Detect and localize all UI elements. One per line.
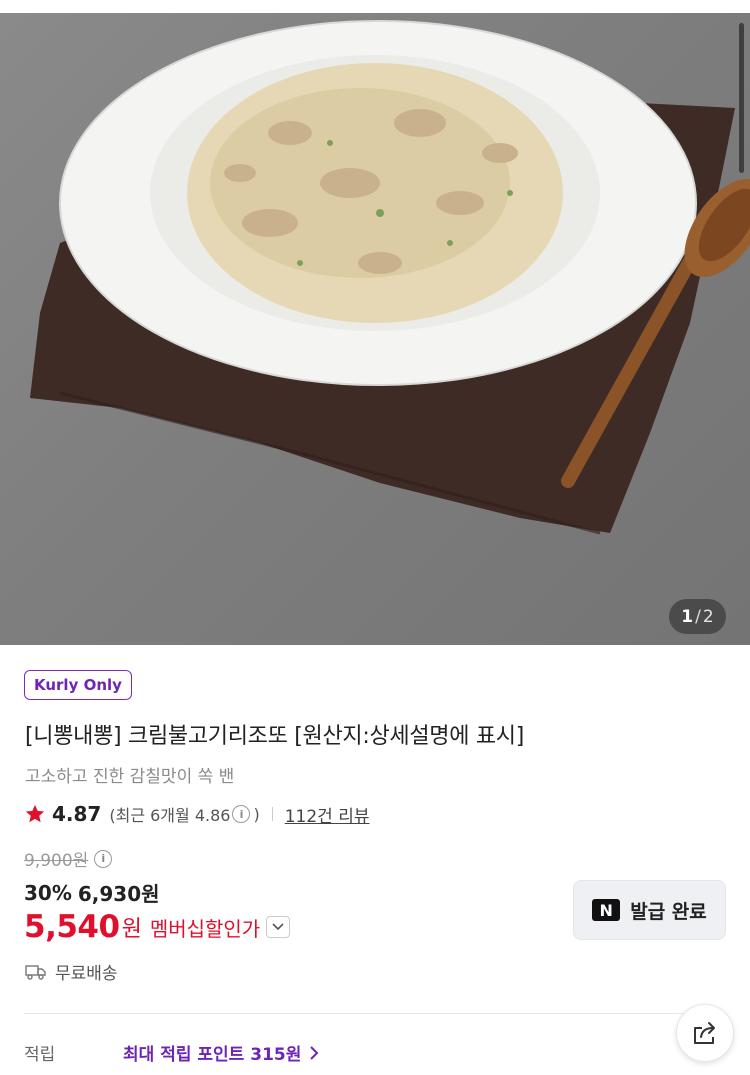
section-divider <box>24 1013 726 1014</box>
member-price-label: 멤버십할인가 <box>149 916 261 941</box>
rating-score: 4.87 <box>52 802 102 826</box>
scroll-indicator[interactable] <box>739 23 744 173</box>
points-label: 적립 <box>24 1045 56 1065</box>
naver-coupon-button[interactable]: N 발급 완료 <box>573 880 726 940</box>
naver-logo-icon: N <box>592 899 621 921</box>
points-value: 최대 적립 포인트 315원 <box>123 1045 302 1065</box>
pager-separator: / <box>695 606 701 627</box>
original-price: 9,900원 i <box>24 846 115 871</box>
original-price-value: 9,900원 <box>24 851 89 871</box>
shipping-label: 무료배송 <box>55 964 118 984</box>
truck-icon <box>25 964 46 980</box>
shipping-row: 무료배송 <box>25 959 118 984</box>
price-info-icon[interactable]: i <box>94 849 113 868</box>
recent-rating: (최근 6개월 4.86 i ) <box>109 802 259 826</box>
recent-rating-close: ) <box>253 804 260 824</box>
product-image[interactable]: 1 / 2 <box>0 13 750 645</box>
chevron-down-icon[interactable] <box>266 916 291 938</box>
member-price-unit: 원 <box>121 917 142 942</box>
share-button[interactable] <box>676 1004 734 1062</box>
star-icon <box>25 804 45 823</box>
naver-button-label: 발급 완료 <box>630 900 707 923</box>
sale-price: 6,930원 <box>77 882 160 906</box>
member-price: 5,540 <box>24 909 120 945</box>
rating-row: 4.87 (최근 6개월 4.86 i ) 112건 리뷰 <box>24 800 370 828</box>
pager-current: 1 <box>681 606 694 627</box>
sale-price-row: 30% 6,930원 <box>24 878 160 907</box>
product-photo <box>30 20 750 535</box>
pager-total: 2 <box>702 606 714 627</box>
points-link[interactable]: 최대 적립 포인트 315원 <box>123 1040 321 1065</box>
points-row: 적립 최대 적립 포인트 315원 <box>24 1040 321 1065</box>
member-price-row: 5,540 원 멤버십할인가 <box>24 906 291 948</box>
recent-rating-text: (최근 6개월 4.86 <box>109 806 231 825</box>
divider <box>271 807 273 821</box>
product-title: [니뽕내뽕] 크림불고기리조또 [원산지:상세설명에 표시] <box>25 724 525 749</box>
kurly-only-badge: Kurly Only <box>24 670 132 700</box>
share-icon <box>694 1022 715 1044</box>
discount-rate: 30% <box>24 880 72 905</box>
image-pager: 1 / 2 <box>669 599 726 634</box>
review-count-link[interactable]: 112건 리뷰 <box>285 802 370 827</box>
info-icon[interactable]: i <box>232 805 251 823</box>
product-subtitle: 고소하고 진한 감칠맛이 쏙 밴 <box>25 767 235 787</box>
chevron-right-icon <box>310 1045 319 1060</box>
